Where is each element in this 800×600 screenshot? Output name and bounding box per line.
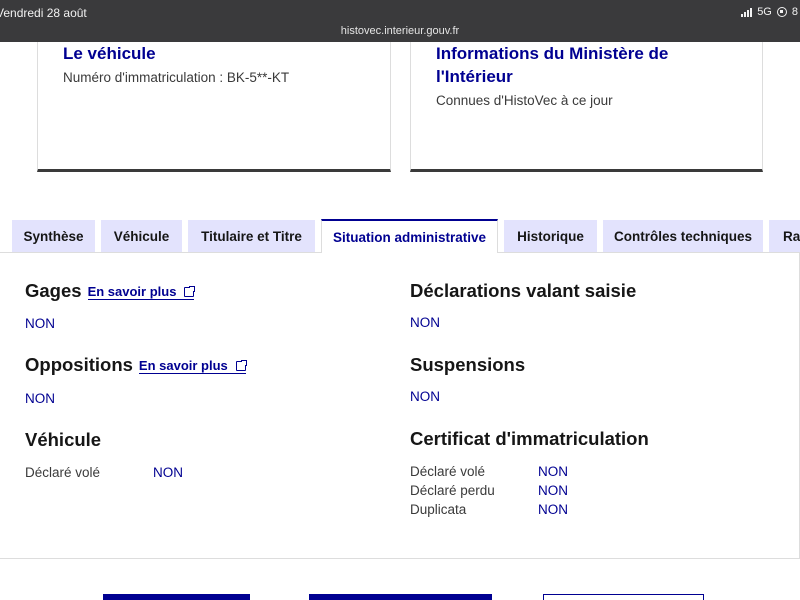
external-link-icon	[235, 359, 248, 371]
ministry-card[interactable]: Informations du Ministère de l'Intérieur…	[410, 42, 763, 172]
certificat-perdu-value: NON	[538, 483, 568, 498]
tab-rapport[interactable]: Rap	[769, 220, 800, 252]
oppositions-value: NON	[25, 391, 55, 406]
tab-historique[interactable]: Historique	[504, 220, 597, 252]
certificat-heading: Certificat d'immatriculation	[410, 428, 649, 449]
status-bar: Vendredi 28 août histovec.interieur.gouv…	[0, 0, 800, 42]
suspensions-value: NON	[410, 389, 440, 404]
network-type: 5G	[757, 6, 772, 18]
action-button-3[interactable]	[543, 594, 704, 600]
status-indicators: 5G 8	[741, 6, 798, 18]
certificat-duplicata-value: NON	[538, 502, 568, 517]
tab-situation-administrative[interactable]: Situation administrative	[321, 219, 498, 253]
tab-bar: Synthèse Véhicule Titulaire et Titre Sit…	[0, 219, 800, 253]
saisie-value: NON	[410, 315, 440, 330]
external-link-icon	[184, 285, 197, 297]
certificat-vole-value: NON	[538, 464, 568, 479]
action-button-2[interactable]	[309, 594, 492, 600]
battery-level: 8	[791, 6, 798, 18]
vehicule-heading: Véhicule	[25, 429, 102, 450]
vehicle-card-text: Numéro d'immatriculation : BK-5**-KT	[63, 70, 290, 85]
oppositions-more-link-label: En savoir plus	[138, 358, 228, 373]
gages-more-link-label: En savoir plus	[87, 284, 177, 299]
saisie-heading: Déclarations valant saisie	[410, 280, 637, 301]
certificat-duplicata-label: Duplicata	[410, 502, 467, 517]
certificat-vole-label: Déclaré volé	[410, 464, 486, 479]
tab-titulaire-titre[interactable]: Titulaire et Titre	[188, 220, 315, 252]
status-time: Vendredi 28 août	[0, 6, 87, 20]
vehicle-card[interactable]: Le véhicule Numéro d'immatriculation : B…	[37, 42, 391, 172]
tab-synthese[interactable]: Synthèse	[12, 220, 95, 252]
signal-icon	[741, 7, 753, 17]
tab-controles-techniques[interactable]: Contrôles techniques	[603, 220, 763, 252]
address-bar-url[interactable]: histovec.interieur.gouv.fr	[0, 25, 800, 37]
suspensions-heading: Suspensions	[410, 354, 526, 375]
oppositions-title: Oppositions	[25, 354, 133, 375]
vehicule-vole-value: NON	[153, 465, 183, 480]
situation-administrative-panel: Gages En savoir plus NON Oppositions En sa…	[0, 252, 800, 559]
ministry-card-title: Informations du Ministère de l'Intérieur	[436, 44, 669, 86]
gages-value: NON	[25, 316, 55, 331]
tab-vehicule[interactable]: Véhicule	[101, 220, 182, 252]
gages-heading: Gages En savoir plus	[25, 280, 197, 302]
vehicule-vole-label: Déclaré volé	[25, 465, 101, 480]
certificat-perdu-label: Déclaré perdu	[410, 483, 495, 498]
oppositions-more-link[interactable]: En savoir plus	[138, 358, 248, 374]
orientation-lock-icon	[776, 7, 787, 17]
action-button-1[interactable]	[103, 594, 250, 600]
oppositions-heading: Oppositions En savoir plus	[25, 354, 248, 376]
vehicle-card-title: Le véhicule	[63, 44, 156, 63]
gages-title: Gages	[25, 280, 82, 301]
gages-more-link[interactable]: En savoir plus	[87, 284, 197, 300]
ministry-card-text: Connues d'HistoVec à ce jour	[436, 93, 613, 108]
